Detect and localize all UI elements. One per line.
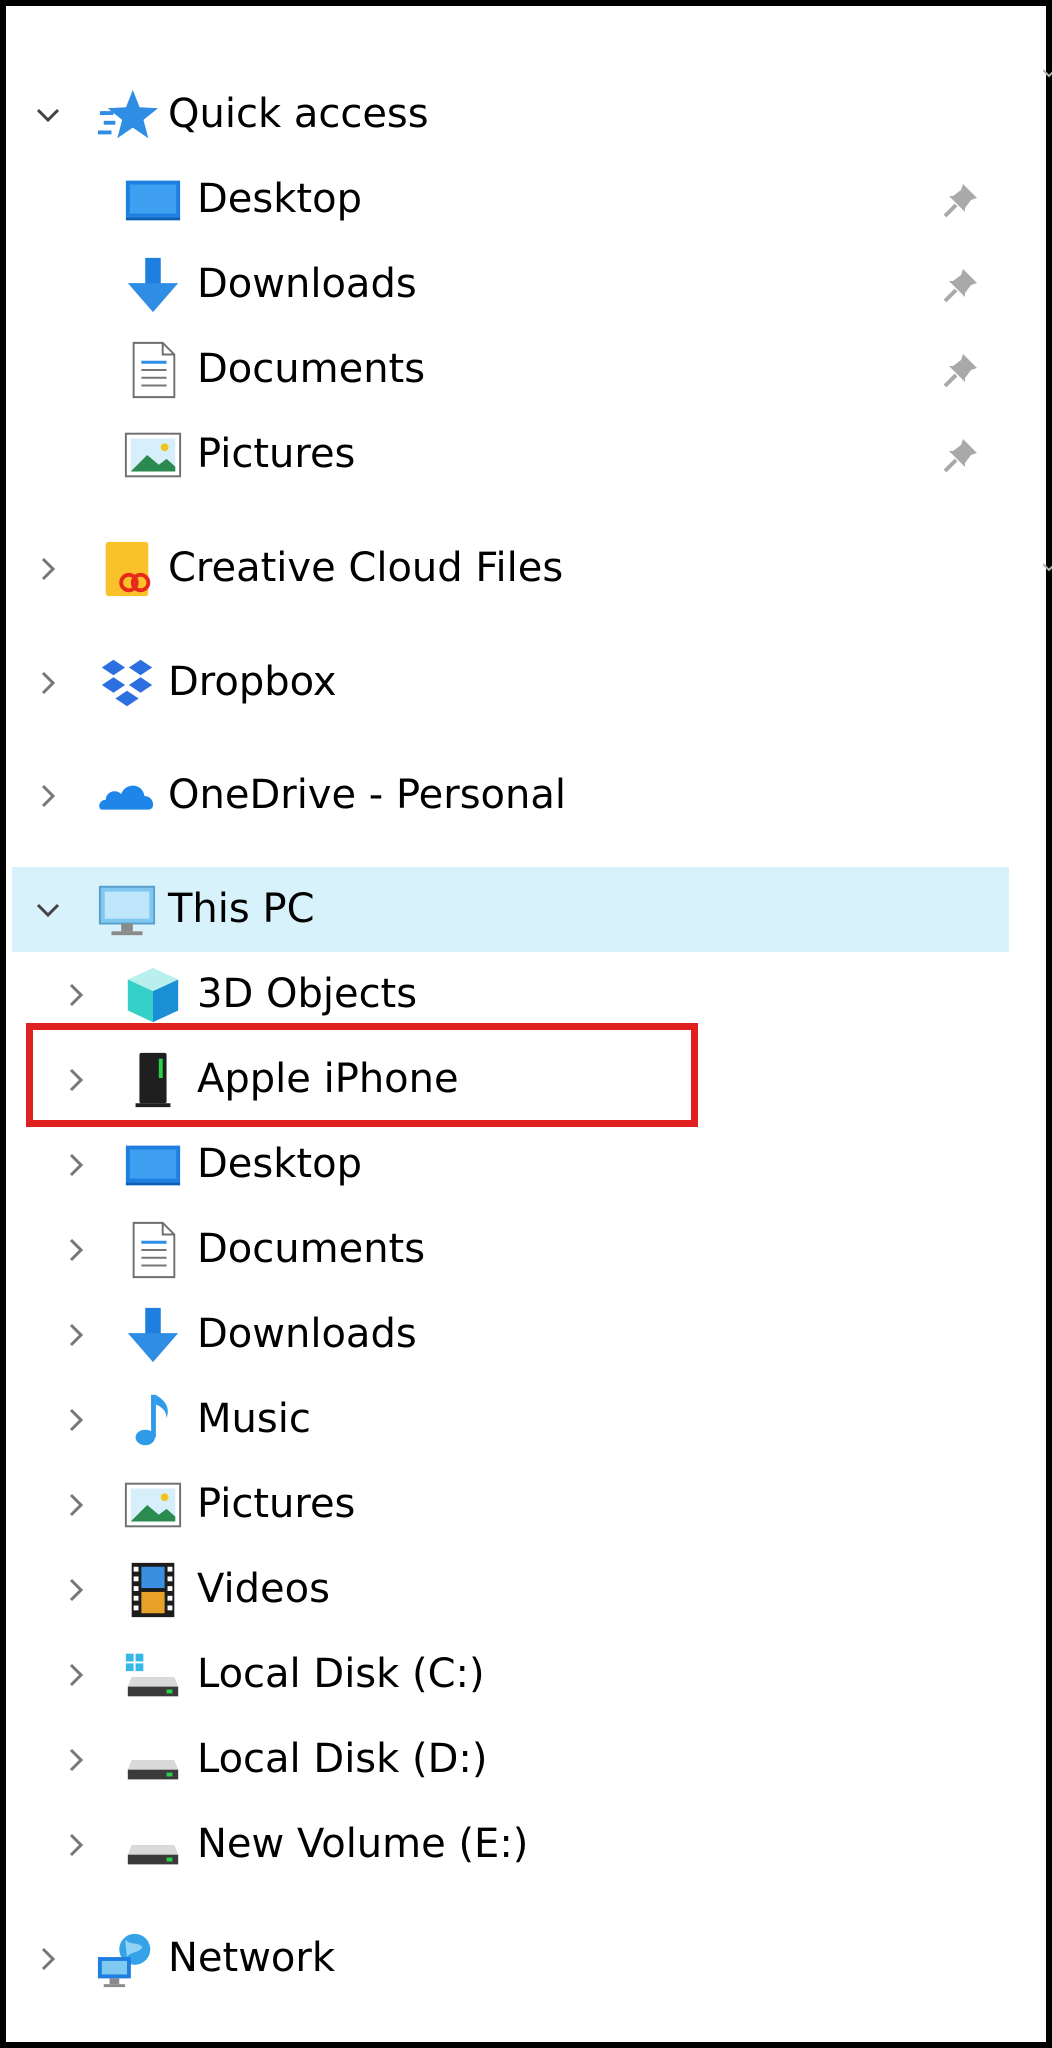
quick-access-item-desktop[interactable]: Desktop [12,157,1009,242]
tree-item-label: Dropbox [168,659,337,705]
tree-item-this-pc[interactable]: This PC [12,867,1009,952]
this-pc-item-downloads[interactable]: Downloads [12,1292,1009,1377]
pin-icon[interactable] [941,350,981,390]
highlight-box [26,1023,698,1127]
chevron-right-icon[interactable] [62,1236,90,1264]
chevron-right-icon[interactable] [34,1945,62,1973]
tree-item-label: This PC [168,886,315,932]
quick-access-item-documents[interactable]: Documents [12,327,1009,412]
tree-item-label: Music [197,1396,311,1442]
chevron-right-icon[interactable] [62,1321,90,1349]
tree-item-label: Desktop [197,176,362,222]
chevron-right-icon[interactable] [34,555,62,583]
music-icon [122,1389,184,1451]
this-pc-item-new-volume-e[interactable]: New Volume (E:) [12,1802,1009,1887]
videos-icon [122,1559,184,1621]
tree-item-label: Local Disk (C:) [197,1651,485,1697]
this-pc-item-documents[interactable]: Documents [12,1207,1009,1292]
tree-item-label: Documents [197,1226,426,1272]
tree-item-label: Network [168,1935,336,1981]
tree-item-label: Local Disk (D:) [197,1736,488,1782]
chevron-right-icon[interactable] [62,981,90,1009]
quick-access-item-pictures[interactable]: Pictures [12,412,1009,497]
tree-item-label: Creative Cloud Files [168,545,564,591]
network-icon [96,1928,158,1990]
cube-icon [122,964,184,1026]
tree-item-label: Videos [197,1566,330,1612]
system-drive-icon [122,1644,184,1706]
this-pc-item-local-disk-d[interactable]: Local Disk (D:) [12,1717,1009,1802]
tree-item-label: Downloads [197,1311,417,1357]
tree-item-onedrive[interactable]: OneDrive - Personal [12,753,1009,838]
pin-icon[interactable] [941,265,981,305]
chevron-right-icon[interactable] [34,669,62,697]
tree-item-network[interactable]: Network [12,1916,1009,2001]
drive-icon [122,1814,184,1876]
tree-item-label: Pictures [197,1481,356,1527]
chevron-down-icon[interactable] [34,896,62,924]
chevron-right-icon[interactable] [62,1661,90,1689]
this-pc-item-music[interactable]: Music [12,1377,1009,1462]
chevron-right-icon[interactable] [62,1406,90,1434]
drive-icon [122,1729,184,1791]
pictures-icon [122,424,184,486]
this-pc-item-pictures[interactable]: Pictures [12,1462,1009,1547]
chevron-down-icon[interactable] [34,101,62,129]
this-pc-item-videos[interactable]: Videos [12,1547,1009,1632]
pin-icon[interactable] [941,180,981,220]
tree-item-label: Downloads [197,261,417,307]
computer-icon [96,879,158,941]
downloads-icon [122,1304,184,1366]
dropbox-icon [96,652,158,714]
downloads-icon [122,254,184,316]
chevron-right-icon[interactable] [62,1491,90,1519]
chevron-right-icon[interactable] [62,1576,90,1604]
tree-item-label: New Volume (E:) [197,1821,529,1867]
pictures-icon [122,1474,184,1536]
tree-item-label: Desktop [197,1141,362,1187]
quick-access-item-downloads[interactable]: Downloads [12,242,1009,327]
edge-chevron-icon [1043,68,1052,80]
chevron-right-icon[interactable] [34,782,62,810]
tree-item-label: Quick access [168,91,429,137]
tree-item-label: Pictures [197,431,356,477]
tree-item-quick-access[interactable]: Quick access [12,72,1009,157]
pin-icon[interactable] [941,435,981,475]
onedrive-icon [96,765,158,827]
tree-item-label: Documents [197,346,426,392]
chevron-right-icon[interactable] [62,1151,90,1179]
tree-item-dropbox[interactable]: Dropbox [12,640,1009,725]
creative-cloud-icon [96,538,158,600]
tree-item-creative-cloud-files[interactable]: Creative Cloud Files [12,526,1009,611]
documents-icon [122,339,184,401]
edge-chevron-icon [1043,562,1052,574]
chevron-right-icon[interactable] [62,1746,90,1774]
desktop-icon [122,1134,184,1196]
desktop-icon [122,169,184,231]
this-pc-item-local-disk-c[interactable]: Local Disk (C:) [12,1632,1009,1717]
star-icon [96,84,158,146]
this-pc-item-desktop[interactable]: Desktop [12,1122,1009,1207]
chevron-right-icon[interactable] [62,1831,90,1859]
tree-item-label: OneDrive - Personal [168,772,566,818]
documents-icon [122,1219,184,1281]
